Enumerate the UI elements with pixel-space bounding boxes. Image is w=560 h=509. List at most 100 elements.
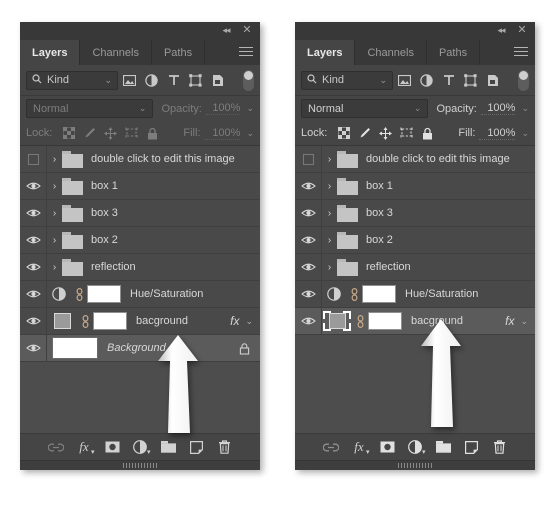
filter-kind-dropdown[interactable]: Kind ⌄ xyxy=(301,70,393,90)
link-mask-icon[interactable] xyxy=(346,287,362,301)
table-row[interactable]: › box 1 xyxy=(295,173,535,200)
new-layer-button[interactable] xyxy=(462,437,481,457)
opacity-value[interactable]: 100% xyxy=(480,102,516,115)
tab-paths[interactable]: Paths xyxy=(426,40,481,65)
add-layer-style-button[interactable]: fx ▾ xyxy=(75,437,94,457)
layer-name[interactable]: reflection xyxy=(91,261,260,273)
layer-name[interactable]: box 2 xyxy=(91,234,260,246)
layer-name[interactable]: box 3 xyxy=(366,207,535,219)
group-expand-arrow-icon[interactable]: › xyxy=(322,262,337,273)
fill-chevron-down-icon[interactable]: ⌄ xyxy=(246,128,254,139)
visibility-toggle[interactable] xyxy=(295,281,322,307)
layer-mask-thumbnail[interactable] xyxy=(362,285,396,303)
lock-image-pixels-icon[interactable] xyxy=(79,123,100,143)
close-icon[interactable]: ✕ xyxy=(240,22,254,39)
table-row[interactable]: › box 2 xyxy=(295,227,535,254)
new-adjustment-layer-button[interactable]: ▾ xyxy=(131,437,151,457)
fill-value[interactable]: 100% xyxy=(479,127,516,140)
tab-paths[interactable]: Paths xyxy=(151,40,206,65)
group-expand-arrow-icon[interactable]: › xyxy=(47,235,62,246)
fill-chevron-down-icon[interactable]: ⌄ xyxy=(521,128,529,139)
lock-transparent-pixels-icon[interactable] xyxy=(58,123,79,143)
table-row[interactable]: › double click to edit this image xyxy=(295,146,535,173)
group-expand-arrow-icon[interactable]: › xyxy=(322,154,337,165)
lock-all-icon[interactable] xyxy=(417,123,438,143)
layer-name[interactable]: double click to edit this image xyxy=(366,153,535,165)
visibility-toggle[interactable] xyxy=(295,227,322,253)
new-adjustment-layer-button[interactable]: ▾ xyxy=(406,437,426,457)
add-layer-mask-button[interactable] xyxy=(103,437,122,457)
group-expand-arrow-icon[interactable]: › xyxy=(47,181,62,192)
layer-effects-indicator[interactable]: fx ⌄ xyxy=(230,314,260,328)
layer-name[interactable]: Hue/Saturation xyxy=(405,288,535,300)
table-row[interactable]: › box 2 xyxy=(20,227,260,254)
visibility-toggle[interactable] xyxy=(295,173,322,199)
visibility-toggle[interactable] xyxy=(20,146,47,172)
visibility-toggle[interactable] xyxy=(20,308,47,334)
filter-adjustment-layers-icon[interactable] xyxy=(141,69,162,91)
visibility-toggle[interactable] xyxy=(20,227,47,253)
visibility-toggle[interactable] xyxy=(20,200,47,226)
table-row[interactable]: bacground fx ⌄ xyxy=(295,308,535,335)
panel-resize-grip[interactable] xyxy=(20,460,260,470)
layer-thumbnail[interactable] xyxy=(51,337,99,359)
lock-artboard-nesting-icon[interactable] xyxy=(396,123,417,143)
filter-type-layers-icon[interactable] xyxy=(438,69,459,91)
layer-mask-thumbnail[interactable] xyxy=(368,312,402,330)
group-expand-arrow-icon[interactable]: › xyxy=(47,208,62,219)
filter-shape-layers-icon[interactable] xyxy=(185,69,206,91)
layer-name[interactable]: bacground xyxy=(411,315,505,327)
hue-saturation-adjustment-icon[interactable] xyxy=(322,287,346,301)
visibility-toggle[interactable] xyxy=(295,200,322,226)
table-row[interactable]: bacground fx ⌄ xyxy=(20,308,260,335)
table-row[interactable]: › reflection xyxy=(295,254,535,281)
tab-layers[interactable]: Layers xyxy=(295,40,356,65)
add-layer-style-button[interactable]: fx ▾ xyxy=(350,437,369,457)
visibility-toggle[interactable] xyxy=(20,254,47,280)
layer-thumbnail[interactable] xyxy=(47,310,77,332)
link-mask-icon[interactable] xyxy=(352,314,368,328)
layer-name[interactable]: box 2 xyxy=(366,234,535,246)
lock-transparent-pixels-icon[interactable] xyxy=(333,123,354,143)
lock-position-icon[interactable] xyxy=(375,123,396,143)
delete-layer-button[interactable] xyxy=(215,437,234,457)
blend-mode-dropdown[interactable]: Normal ⌄ xyxy=(301,99,429,118)
filter-smart-object-icon[interactable] xyxy=(482,69,503,91)
table-row[interactable]: › reflection xyxy=(20,254,260,281)
filter-kind-dropdown[interactable]: Kind ⌄ xyxy=(26,70,118,90)
panel-resize-grip[interactable] xyxy=(295,460,535,470)
layer-mask-thumbnail[interactable] xyxy=(93,312,127,330)
chevron-down-icon[interactable]: ⌄ xyxy=(245,316,253,327)
layer-list[interactable]: › double click to edit this image › box … xyxy=(295,146,535,433)
new-group-button[interactable] xyxy=(159,437,178,457)
visibility-toggle[interactable] xyxy=(295,254,322,280)
lock-image-pixels-icon[interactable] xyxy=(354,123,375,143)
hamburger-menu-icon[interactable] xyxy=(239,47,253,59)
lock-position-icon[interactable] xyxy=(100,123,121,143)
layer-name[interactable]: Background xyxy=(107,342,239,354)
chevron-down-icon[interactable]: ⌄ xyxy=(520,316,528,327)
layer-name[interactable]: Hue/Saturation xyxy=(130,288,260,300)
lock-all-icon[interactable] xyxy=(142,123,163,143)
delete-layer-button[interactable] xyxy=(490,437,509,457)
filter-enable-toggle[interactable] xyxy=(243,69,254,91)
filter-shape-layers-icon[interactable] xyxy=(460,69,481,91)
link-mask-icon[interactable] xyxy=(71,287,87,301)
visibility-toggle[interactable] xyxy=(295,146,322,172)
layer-name[interactable]: box 3 xyxy=(91,207,260,219)
lock-artboard-nesting-icon[interactable] xyxy=(121,123,142,143)
layer-name[interactable]: box 1 xyxy=(91,180,260,192)
visibility-toggle[interactable] xyxy=(20,173,47,199)
table-row[interactable]: Hue/Saturation xyxy=(20,281,260,308)
hamburger-menu-icon[interactable] xyxy=(514,47,528,59)
new-layer-button[interactable] xyxy=(187,437,206,457)
blend-mode-dropdown[interactable]: Normal ⌄ xyxy=(26,99,154,118)
table-row[interactable]: › box 3 xyxy=(20,200,260,227)
opacity-value[interactable]: 100% xyxy=(205,102,241,115)
table-row[interactable]: › double click to edit this image xyxy=(20,146,260,173)
filter-enable-toggle[interactable] xyxy=(518,69,529,91)
layer-name[interactable]: double click to edit this image xyxy=(91,153,260,165)
visibility-toggle[interactable] xyxy=(20,281,47,307)
link-layers-button[interactable] xyxy=(47,437,66,457)
collapse-icon[interactable]: ◂◂ xyxy=(493,22,509,39)
